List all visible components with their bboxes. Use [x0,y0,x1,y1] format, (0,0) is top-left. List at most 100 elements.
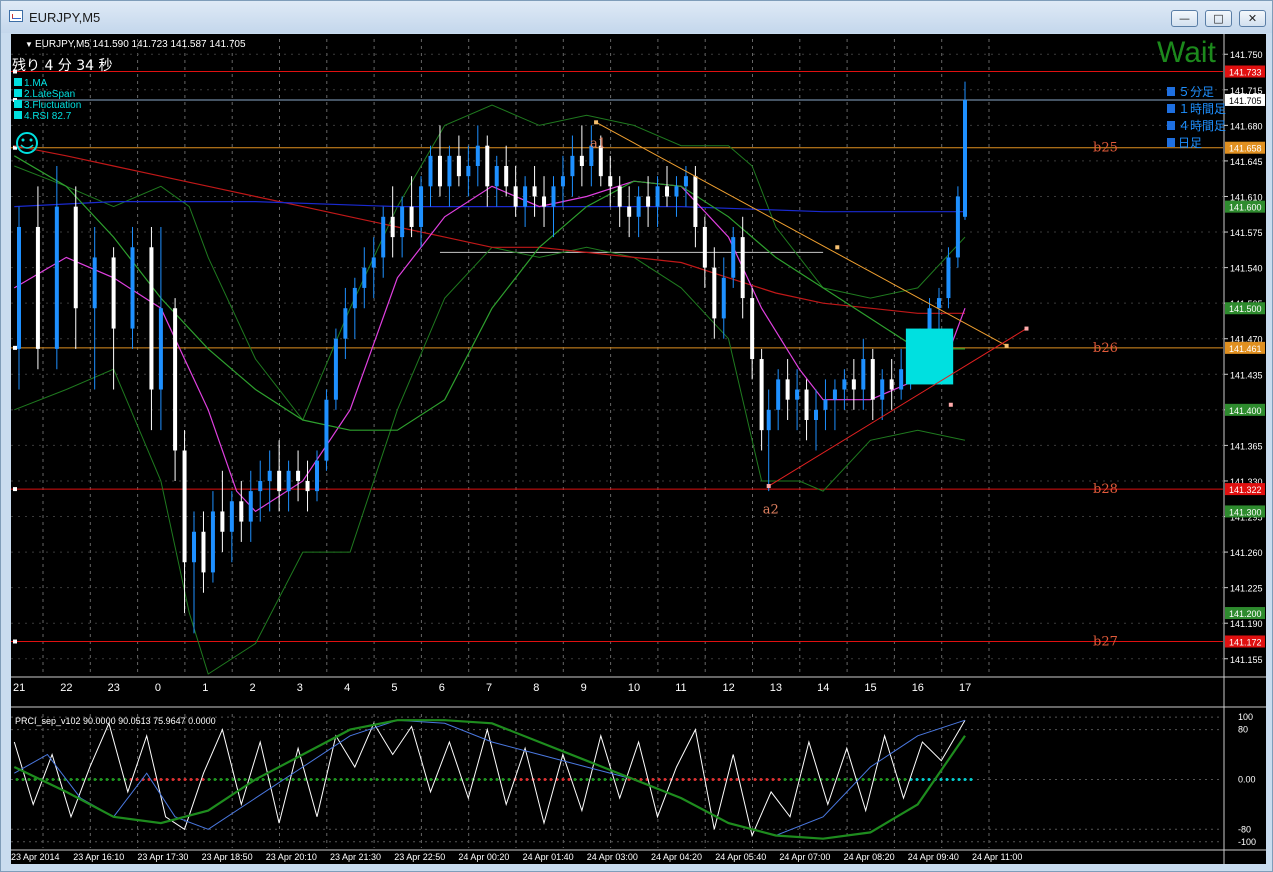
osc-zero-marker [549,777,553,781]
price-tick-label: 141.575 [1230,228,1263,238]
chart-background [11,34,1266,864]
osc-zero-marker [783,777,787,781]
level-handle [13,639,17,644]
candle-body [409,206,414,227]
osc-zero-marker [891,777,895,781]
osc-zero-marker [171,777,175,781]
candle-body [352,287,357,309]
osc-zero-marker [387,777,391,781]
osc-zero-marker [795,777,799,781]
osc-zero-marker [345,777,349,781]
osc-zero-marker [747,777,751,781]
osc-zero-marker [393,777,397,781]
osc-zero-marker [465,777,469,781]
osc-zero-marker [591,777,595,781]
osc-zero-marker [543,777,547,781]
osc-zero-marker [237,777,241,781]
candle-body [201,531,206,573]
tf-swatch [1167,87,1175,96]
candle-body [617,186,622,207]
level-handle [13,345,17,350]
osc-zero-marker [447,777,451,781]
osc-zero-marker [879,777,883,781]
price-marker-label: 141.500 [1229,304,1262,314]
price-tick-label: 141.435 [1230,370,1263,380]
osc-zero-marker [261,777,265,781]
osc-zero-marker [243,777,247,781]
osc-zero-marker [849,777,853,781]
price-marker-label: 141.172 [1229,637,1262,647]
osc-zero-marker [111,777,115,781]
osc-zero-marker [579,777,583,781]
osc-zero-marker [207,777,211,781]
candle-body [343,308,348,339]
trendline-handle [1004,343,1009,348]
candle-body [296,470,301,481]
osc-zero-marker [789,777,793,781]
candle-body [712,267,717,319]
osc-zero-marker [81,777,85,781]
osc-tick-label: 100 [1238,712,1253,722]
candle-body [173,308,178,451]
trendline-handle [594,120,599,125]
osc-zero-marker [105,777,109,781]
price-marker-label: 141.300 [1229,507,1262,517]
osc-zero-marker [213,777,217,781]
osc-zero-marker [969,777,973,781]
osc-zero-marker [333,777,337,781]
candle-body [542,196,547,207]
candle-body [683,176,688,187]
chart-app-icon [9,10,23,22]
price-marker-label: 141.400 [1229,406,1262,416]
point-annotation: a1 [590,137,606,152]
osc-zero-marker [453,777,457,781]
candle-body [92,257,97,309]
osc-zero-marker [375,777,379,781]
osc-zero-marker [657,777,661,781]
candle-body [899,369,904,390]
candle-body [305,480,310,492]
osc-zero-marker [807,777,811,781]
osc-zero-marker [159,777,163,781]
hour-label: 8 [533,682,539,694]
title-bar[interactable]: EURJPY,M5 — □ ✕ [1,1,1272,33]
osc-zero-marker [813,777,817,781]
candle-body [73,206,78,309]
price-tick-label: 141.365 [1230,441,1263,451]
maximize-button[interactable]: □ [1205,10,1232,27]
candle-body [333,338,338,400]
legend-swatch [14,78,22,86]
tf-button: ４時間足 [1178,119,1226,133]
hour-label: 9 [581,682,587,694]
osc-zero-marker [351,777,355,781]
osc-zero-marker [75,777,79,781]
osc-zero-marker [195,777,199,781]
osc-zero-marker [381,777,385,781]
hour-label: 2 [250,682,256,694]
smiley-eye [29,138,33,142]
minimize-button[interactable]: — [1171,10,1198,27]
osc-zero-marker [537,777,541,781]
osc-zero-marker [225,777,229,781]
trendline-handle [766,484,771,489]
osc-zero-marker [867,777,871,781]
candle-body [248,491,253,522]
osc-zero-marker [753,777,757,781]
candle-body [946,257,951,299]
osc-zero-marker [963,777,967,781]
price-marker-label: 141.600 [1229,203,1262,213]
candle-body [842,379,847,390]
candle-body [627,206,632,217]
price-chart-svg[interactable]: b25b26b28b27a1a2141.750141.715141.680141… [11,34,1266,864]
candle-body [210,511,215,573]
tf-button: 日足 [1178,136,1202,150]
candle-body [35,226,40,349]
osc-zero-marker [321,777,325,781]
osc-zero-marker [501,777,505,781]
osc-zero-marker [273,777,277,781]
close-button[interactable]: ✕ [1239,10,1266,27]
chart-area[interactable]: b25 b26 b28 b27 a1 a2 141.750 141.715 141.680 141… [11,34,1266,864]
candle-body [485,145,490,187]
osc-zero-marker [687,777,691,781]
symbol-dropdown-icon: ▼ [25,40,33,49]
